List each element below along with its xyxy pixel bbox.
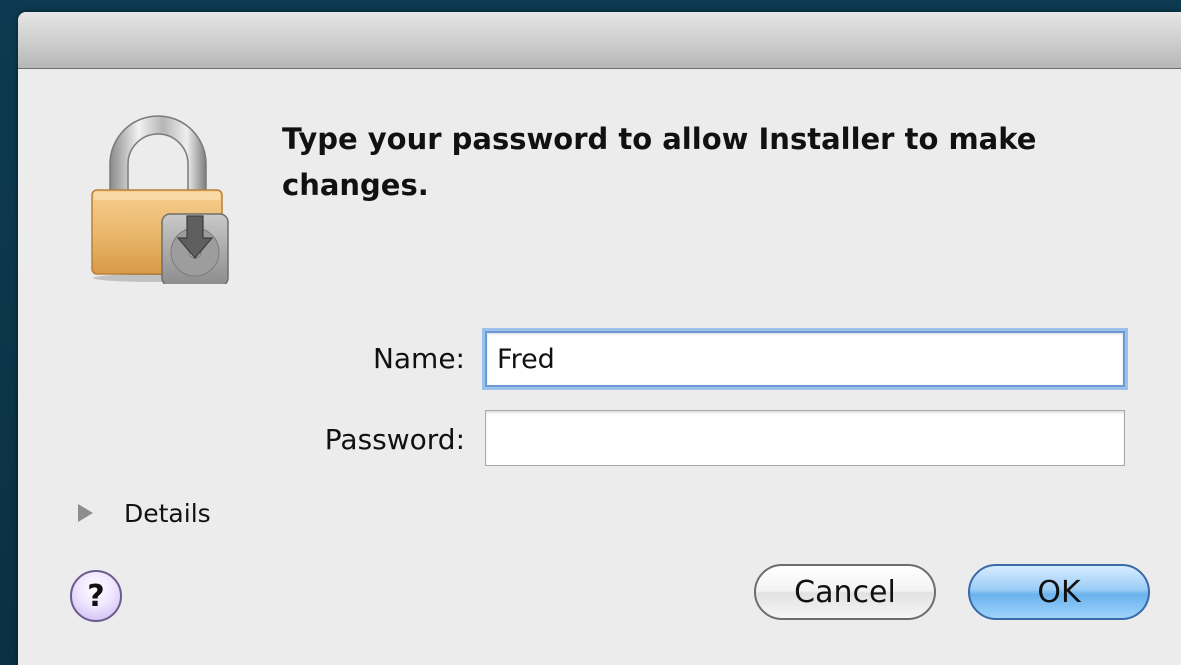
help-button[interactable]: ? [70, 570, 122, 622]
details-disclosure[interactable]: Details [76, 496, 211, 530]
ok-button[interactable]: OK [968, 564, 1150, 620]
lock-installer-icon [84, 104, 234, 287]
cancel-button[interactable]: Cancel [754, 564, 936, 620]
disclosure-triangle-right-icon[interactable] [78, 504, 93, 522]
desktop-background: Type your password to allow Installer to… [0, 0, 1181, 665]
dialog-titlebar[interactable] [18, 12, 1181, 69]
dialog-heading: Type your password to allow Installer to… [282, 122, 1037, 202]
password-field[interactable] [485, 410, 1125, 466]
password-label: Password: [324, 423, 465, 456]
name-field[interactable] [485, 331, 1125, 387]
details-label[interactable]: Details [124, 499, 211, 528]
name-label: Name: [372, 342, 465, 375]
authentication-dialog: Type your password to allow Installer to… [18, 12, 1181, 665]
